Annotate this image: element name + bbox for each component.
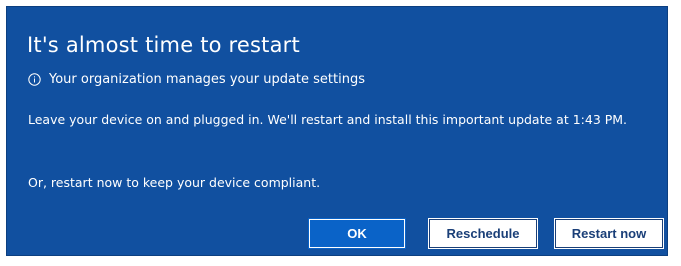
ok-button[interactable]: OK [308, 218, 406, 249]
org-notice: Your organization manages your update se… [28, 72, 365, 87]
dialog-secondary-text: Or, restart now to keep your device comp… [28, 175, 321, 190]
dialog-body-text: Leave your device on and plugged in. We'… [28, 112, 628, 127]
org-notice-text: Your organization manages your update se… [49, 72, 365, 87]
restart-now-button[interactable]: Restart now [555, 219, 663, 248]
dialog-title: It's almost time to restart [27, 33, 300, 57]
restart-dialog: It's almost time to restart Your organiz… [6, 6, 668, 256]
reschedule-button[interactable]: Reschedule [429, 219, 537, 248]
info-icon [28, 73, 41, 86]
